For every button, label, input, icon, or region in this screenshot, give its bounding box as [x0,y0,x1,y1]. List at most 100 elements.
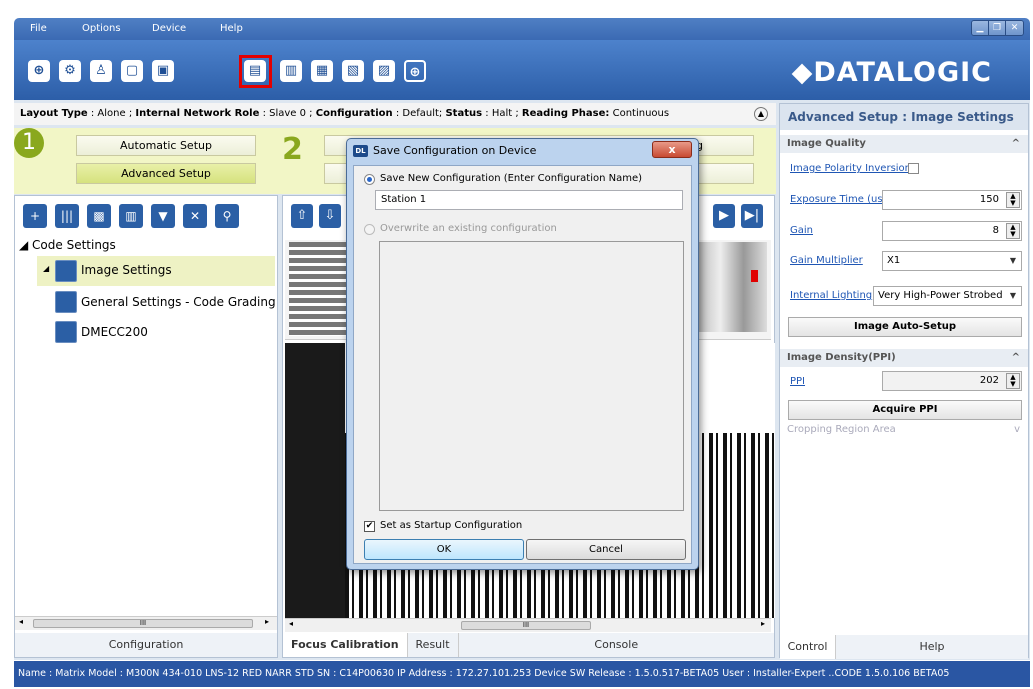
acquire-ppi-button[interactable]: Acquire PPI [788,400,1022,420]
image-density-section[interactable]: Image Density(PPI) ^ [780,349,1028,367]
settings-icon[interactable]: ⚙ [59,60,81,82]
chevron-down-icon[interactable]: ▼ [1006,288,1020,304]
tab-console[interactable]: Console [459,633,774,657]
gain-multiplier-link[interactable]: Gain Multiplier [790,255,863,266]
tab-help[interactable]: Help [836,635,1028,659]
tab-control[interactable]: Control [780,635,836,659]
menu-file[interactable]: File [30,23,47,34]
spinner-icon[interactable]: ▲ ▼ [1006,223,1020,239]
save-new-radio[interactable] [364,174,375,185]
ppi-field[interactable]: 202 ▲ ▼ [882,371,1022,391]
image-quality-section[interactable]: Image Quality ^ [780,135,1028,153]
zoom-icon[interactable]: ⚲ [215,204,239,228]
spinner-icon[interactable]: ▲ ▼ [1006,192,1020,208]
chevron-down-icon[interactable]: ▼ [1006,253,1020,269]
spinner-icon[interactable]: ▲ ▼ [1006,373,1020,389]
gain-multiplier-select[interactable]: X1 ▼ [882,251,1022,271]
delete-icon[interactable]: ✕ [183,204,207,228]
startup-checkbox[interactable]: ✔ [364,521,375,532]
load-icon[interactable]: ▥ [280,60,302,82]
tree-general-settings[interactable]: General Settings - Code Grading [81,295,276,309]
close-icon[interactable]: ✕ [1006,21,1023,35]
status-label: Status [445,108,483,119]
barcode-reader-icon[interactable]: ▥ [119,204,143,228]
configuration-value: : Default; [395,108,443,119]
internal-lighting-link[interactable]: Internal Lighting [790,290,872,301]
menu-options[interactable]: Options [82,23,121,34]
connect-icon[interactable]: ⊕ [28,60,50,82]
compare-icon[interactable]: ▨ [373,60,395,82]
main-toolbar: ⊕ ⚙ ♙ ▢ ▣ ▤ ▥ ▦ ▧ ▨ ⊕ ◆DATALOGIC [14,40,1030,100]
chevron-up-icon[interactable]: ^ [1012,349,1020,367]
download-icon[interactable]: ▧ [342,60,364,82]
scroll-left-icon[interactable]: ◂ [289,619,293,628]
datamatrix-icon[interactable]: ▩ [87,204,111,228]
minimize-icon[interactable]: ▁ [972,21,989,35]
existing-configurations-list[interactable] [379,241,684,511]
arrow-down-icon[interactable]: ⇩ [319,204,341,228]
scroll-right-icon[interactable]: ▸ [761,619,765,628]
menu-help[interactable]: Help [220,23,243,34]
cropping-region-section[interactable]: Cropping Region Area v [780,421,1028,439]
tree-code-settings[interactable]: ◢ Code Settings [19,238,116,252]
image-auto-setup-button[interactable]: Image Auto-Setup [788,317,1022,337]
gain-multiplier-value: X1 [887,255,901,266]
horizontal-scrollbar[interactable]: ◂ III ▸ [15,616,277,630]
filter-icon[interactable]: ▼ [151,204,175,228]
play-icon[interactable]: ▶ [713,204,735,228]
collapse-up-icon[interactable]: ▲ [754,107,768,121]
layout-type-label: Layout Type [20,108,88,119]
send-icon[interactable]: ▣ [152,60,174,82]
barcode-icon[interactable]: ||| [55,204,79,228]
exposure-time-field[interactable]: 150 ▲ ▼ [882,190,1022,210]
expand-icon[interactable]: ◢ [43,264,49,273]
tab-configuration[interactable]: Configuration [15,633,277,657]
step-forward-icon[interactable]: ▶| [741,204,763,228]
ok-button[interactable]: OK [364,539,524,560]
chevron-up-icon[interactable]: ^ [1012,135,1020,153]
thumbnail-list[interactable] [289,242,349,336]
tab-focus-calibration[interactable]: Focus Calibration [283,633,408,657]
overwrite-radio[interactable] [364,224,375,235]
add-icon[interactable]: + [23,204,47,228]
tree-dmecc200[interactable]: DMECC200 [81,325,148,339]
scroll-left-icon[interactable]: ◂ [19,617,23,626]
wrench-icon [55,291,77,313]
network-role-label: Internal Network Role [135,108,260,119]
tab-result[interactable]: Result [408,633,459,657]
automatic-setup-button[interactable]: Automatic Setup [76,135,256,156]
selected-tool-highlight [239,55,272,88]
scroll-thumb[interactable]: III [461,621,591,630]
scroll-thumb[interactable]: III [33,619,253,628]
arrow-up-icon[interactable]: ⇧ [291,204,313,228]
cropping-region-label: Cropping Region Area [787,424,896,435]
menu-device[interactable]: Device [152,23,186,34]
exposure-time-link[interactable]: Exposure Time (us) [790,194,886,205]
maximize-icon[interactable]: ❐ [989,21,1006,35]
window-controls: ▁ ❐ ✕ [971,20,1024,36]
internal-lighting-value: Very High-Power Strobed [878,290,1003,301]
target-icon[interactable]: ⊕ [404,60,426,82]
image-tabs: Focus Calibration Result Console [283,633,774,657]
internal-lighting-select[interactable]: Very High-Power Strobed ▼ [873,286,1022,306]
close-icon[interactable]: x [652,141,692,158]
image-scrollbar[interactable]: ◂ III ▸ [285,618,771,632]
gain-value: 8 [992,225,999,236]
user-icon[interactable]: ♙ [90,60,112,82]
cancel-button[interactable]: Cancel [526,539,686,560]
step-one-badge: 1 [14,128,44,158]
ppi-link[interactable]: PPI [790,376,805,387]
gain-field[interactable]: 8 ▲ ▼ [882,221,1022,241]
layout-icon[interactable]: ▢ [121,60,143,82]
tree-image-settings-label: Image Settings [81,263,172,277]
image-polarity-link[interactable]: Image Polarity Inversion [790,163,911,174]
chevron-down-icon[interactable]: v [1014,421,1020,439]
configuration-name-input[interactable]: Station 1 [375,190,683,210]
upload-icon[interactable]: ▦ [311,60,333,82]
status-bar: Name : Matrix Model : M300N 434-010 LNS-… [14,661,1030,687]
gain-link[interactable]: Gain [790,225,813,236]
advanced-setup-button[interactable]: Advanced Setup [76,163,256,184]
image-polarity-checkbox[interactable] [908,163,919,174]
tree-image-settings[interactable]: ◢ Image Settings [37,256,275,286]
scroll-right-icon[interactable]: ▸ [265,617,269,626]
